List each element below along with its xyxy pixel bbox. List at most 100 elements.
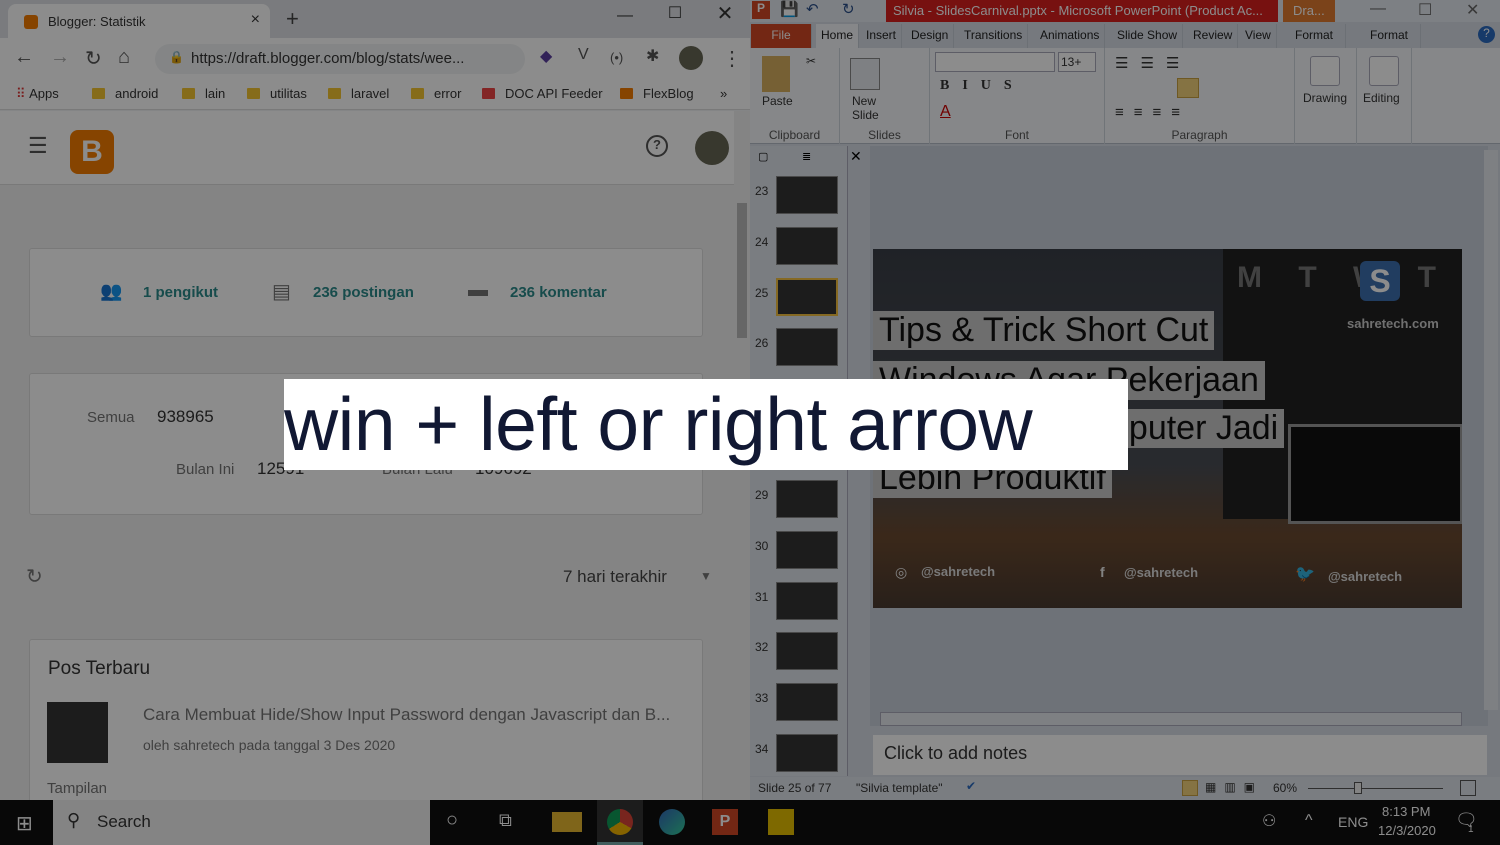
slide-title-line[interactable]: Tips & Trick Short Cut (873, 311, 1215, 350)
tab-format-picture[interactable]: Format (1365, 24, 1421, 48)
post-thumbnail[interactable] (47, 702, 108, 763)
extension-v-icon[interactable]: V (578, 46, 589, 64)
tab-review[interactable]: Review (1188, 24, 1239, 48)
dropdown-icon[interactable]: ▼ (700, 569, 712, 583)
forward-icon[interactable]: → (50, 46, 70, 69)
cortana-icon[interactable]: ○ (446, 809, 458, 832)
paste-icon[interactable] (762, 56, 790, 92)
zoom-slider-thumb[interactable] (1354, 782, 1362, 794)
slide-thumbnail[interactable] (776, 227, 838, 265)
tab-slide-show[interactable]: Slide Show (1112, 24, 1184, 48)
tab-insert[interactable]: Insert (861, 24, 903, 48)
comments-link[interactable]: 236 komentar (510, 284, 607, 301)
tab-view[interactable]: View (1240, 24, 1277, 48)
language-indicator[interactable]: ENG (1338, 814, 1368, 830)
scroll-thumb[interactable] (737, 203, 747, 338)
bookmark-error[interactable]: error (411, 86, 461, 101)
task-view-icon[interactable]: ⧉ (499, 810, 512, 831)
redo-icon[interactable]: ↻ (842, 0, 855, 18)
font-size-input[interactable]: 13+ (1058, 52, 1096, 72)
edge-icon[interactable] (659, 809, 685, 835)
new-tab-button[interactable]: + (286, 6, 299, 32)
bookmark-doc-api-feeder[interactable]: DOC API Feeder (482, 86, 603, 101)
font-name-input[interactable] (935, 52, 1055, 72)
chrome-taskbar-button[interactable] (597, 800, 643, 845)
drawing-button[interactable]: Drawing (1295, 48, 1357, 144)
slide-thumbnail[interactable] (776, 480, 838, 518)
slide-thumbnail[interactable] (776, 176, 838, 214)
horizontal-scrollbar[interactable] (880, 712, 1462, 726)
tab-file[interactable]: File (751, 24, 812, 48)
outline-tab-icon[interactable]: ≣ (802, 150, 811, 163)
normal-view-button[interactable] (1182, 780, 1198, 796)
slides-tab-icon[interactable]: ▢ (758, 150, 768, 163)
people-icon[interactable]: ⚇ (1262, 811, 1276, 831)
close-pane-icon[interactable]: ✕ (850, 148, 862, 165)
puzzle-icon[interactable]: ✱ (646, 46, 659, 66)
powerpoint-taskbar-icon[interactable]: P (712, 809, 738, 835)
slide-thumbnail[interactable] (776, 278, 838, 316)
bold-italic-underline-buttons[interactable]: BIUS (940, 78, 1025, 94)
drawing-tools-tab[interactable]: Dra... (1283, 0, 1335, 22)
save-icon[interactable]: 💾 (780, 0, 799, 18)
font-color-icon[interactable]: A (940, 103, 951, 121)
spellcheck-icon[interactable]: ✔ (966, 779, 976, 793)
help-icon[interactable]: ? (646, 135, 668, 157)
windows-start-icon[interactable]: ⊞ (16, 811, 33, 836)
action-center-icon[interactable]: 🗨 (1455, 810, 1478, 831)
maximize-button[interactable]: ☐ (650, 4, 700, 24)
menu-icon[interactable]: ⋮ (722, 46, 742, 71)
bookmark-laravel[interactable]: laravel (328, 86, 389, 101)
tab-format-drawing[interactable]: Format (1290, 24, 1346, 48)
new-slide-icon[interactable] (850, 58, 880, 90)
tab-transitions[interactable]: Transitions (959, 24, 1029, 48)
slide-thumbnail[interactable] (776, 683, 838, 721)
followers-link[interactable]: 1 pengikut (143, 284, 218, 301)
close-tab-icon[interactable]: × (251, 11, 260, 29)
ltr-button[interactable] (1177, 78, 1199, 98)
slide-thumbnail[interactable] (776, 328, 838, 366)
extension-icon[interactable]: ◆ (540, 46, 552, 66)
tab-home[interactable]: Home (816, 24, 860, 48)
tab-animations[interactable]: Animations (1035, 24, 1106, 48)
more-bookmarks[interactable]: » (720, 86, 727, 101)
bookmark-utilitas[interactable]: utilitas (247, 86, 307, 101)
editing-button[interactable]: Editing (1357, 48, 1412, 144)
minimize-button[interactable]: — (1370, 0, 1386, 18)
home-icon[interactable]: ⌂ (118, 46, 130, 69)
minimize-button[interactable]: — (600, 6, 650, 26)
profile-avatar[interactable] (679, 46, 703, 70)
vertical-scrollbar[interactable] (1484, 150, 1498, 710)
tab-blogger[interactable]: Blogger: Statistik × (8, 4, 270, 38)
bookmark-android[interactable]: android (92, 86, 158, 101)
list-buttons[interactable]: ☰☰☰ (1115, 54, 1191, 72)
post-title-link[interactable]: Cara Membuat Hide/Show Input Password de… (143, 705, 670, 725)
range-select[interactable]: 7 hari terakhir (563, 567, 667, 587)
paste-button[interactable]: Paste (762, 94, 793, 108)
address-bar[interactable]: 🔒 https://draft.blogger.com/blog/stats/w… (155, 44, 525, 74)
zoom-slider[interactable] (1308, 788, 1443, 789)
slide-thumbnail[interactable] (776, 734, 838, 772)
bookmark-apps[interactable]: ⠿ Apps (16, 86, 59, 102)
clock-date[interactable]: 12/3/2020 (1378, 823, 1436, 838)
notes-pane[interactable]: Click to add notes (873, 735, 1487, 775)
back-icon[interactable]: ← (14, 46, 34, 69)
align-buttons[interactable]: ≡≡≡≡ (1115, 104, 1190, 121)
bookmark-flexblog[interactable]: FlexBlog (620, 86, 694, 101)
slide-thumbnail[interactable] (776, 582, 838, 620)
close-button[interactable]: ✕ (1466, 0, 1479, 20)
blogger-logo[interactable]: B (70, 130, 114, 174)
theme-name[interactable]: "Silvia template" (856, 781, 943, 795)
cut-icon[interactable]: ✂ (806, 54, 816, 68)
clock-time[interactable]: 8:13 PM (1382, 804, 1430, 819)
fit-slide-icon[interactable] (1460, 780, 1476, 796)
sticky-notes-icon[interactable] (768, 809, 794, 835)
maximize-button[interactable]: ☐ (1418, 0, 1432, 20)
account-avatar[interactable] (695, 131, 729, 165)
view-buttons[interactable]: ▦▥▣ (1205, 780, 1263, 794)
search-box[interactable]: ⚲ Search (53, 800, 430, 845)
help-icon[interactable]: ? (1478, 26, 1495, 43)
show-hidden-icons[interactable]: ^ (1305, 812, 1313, 830)
close-window-button[interactable]: ✕ (700, 4, 750, 24)
posts-link[interactable]: 236 postingan (313, 284, 414, 301)
